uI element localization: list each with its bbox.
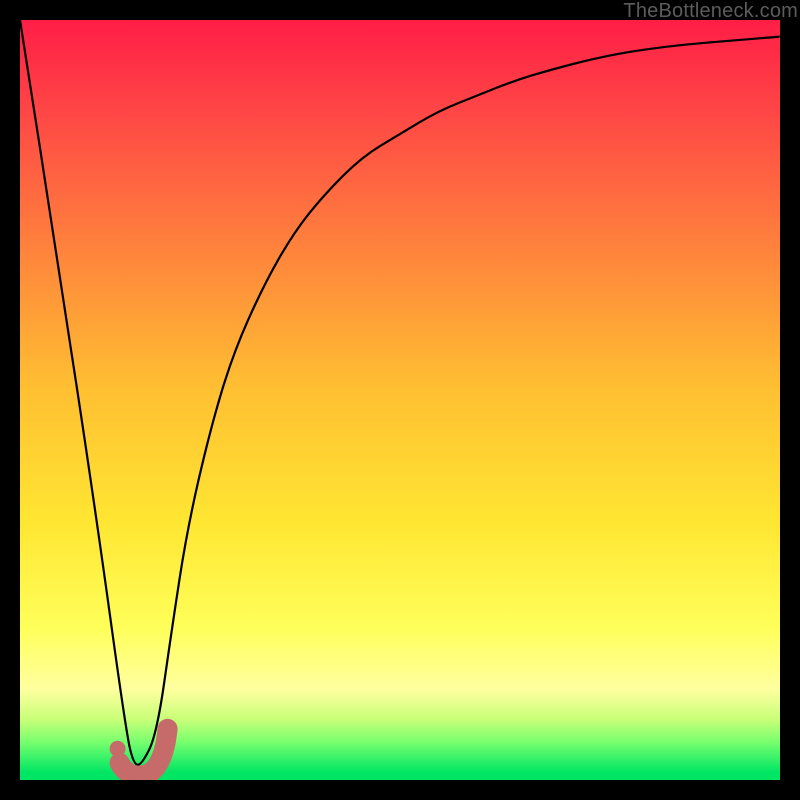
- bottleneck-curve: [20, 20, 780, 765]
- curve-layer: [20, 20, 780, 780]
- plot-area: [20, 20, 780, 780]
- chart-frame: TheBottleneck.com: [0, 0, 800, 800]
